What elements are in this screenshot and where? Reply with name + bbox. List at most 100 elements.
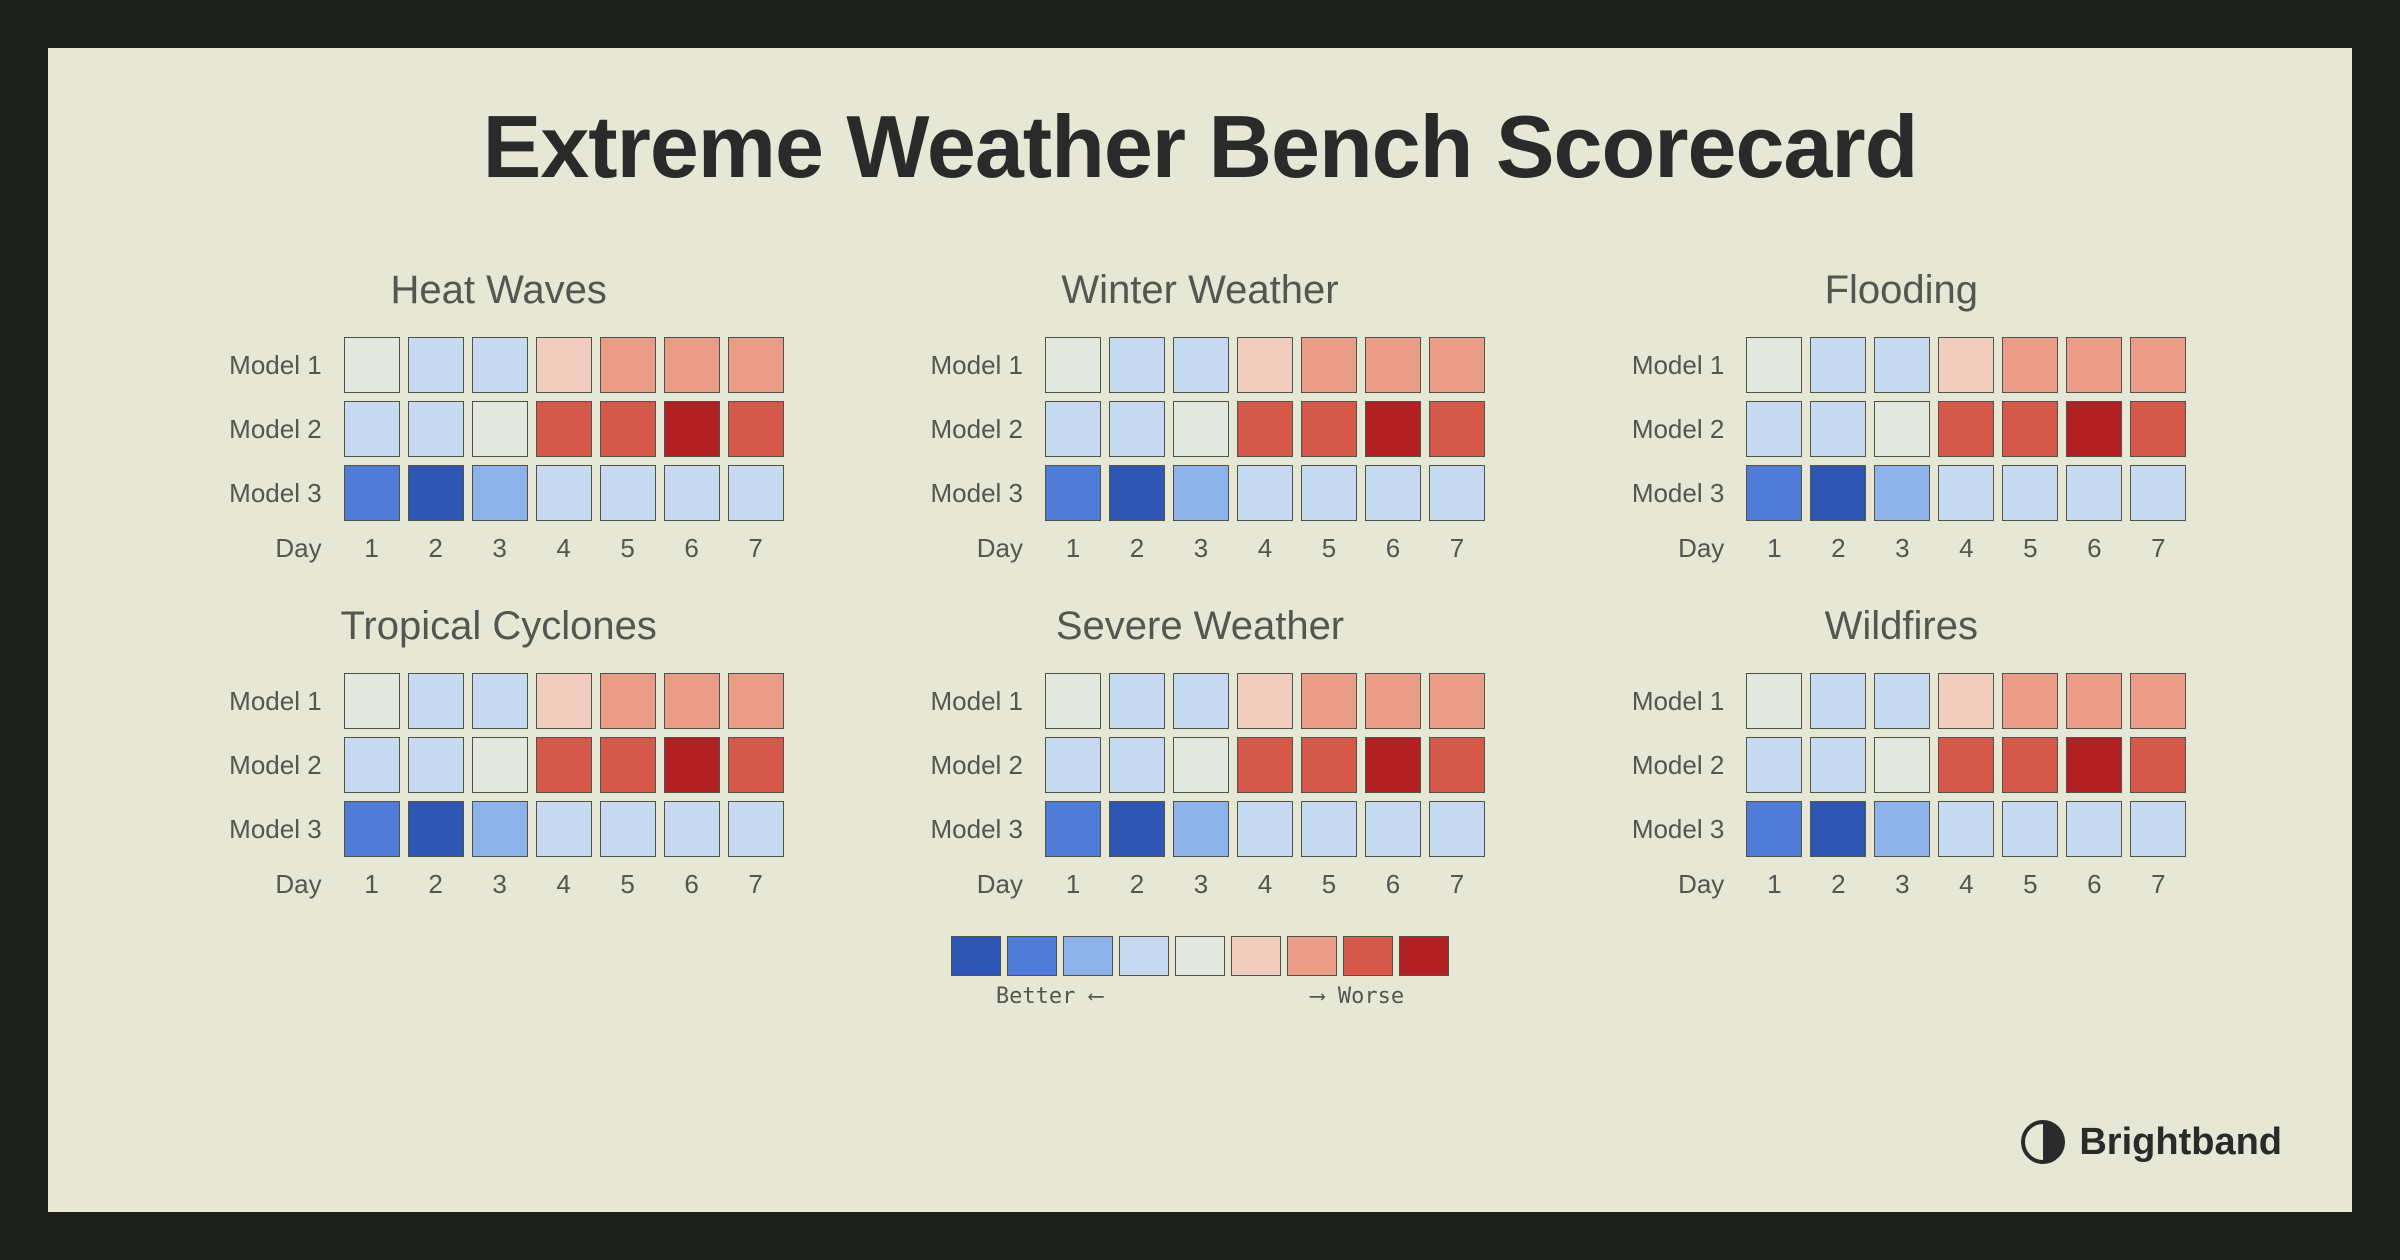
- heatmap-cell: [2066, 673, 2122, 729]
- heatmap-panel: FloodingModel 1Model 2Model 3Day1234567: [1571, 268, 2232, 564]
- heatmap-cell: [664, 801, 720, 857]
- row-label: Model 3: [911, 797, 1041, 861]
- heatmap-cell: [664, 465, 720, 521]
- heatmap-cell: [1365, 337, 1421, 393]
- heatmap-cell: [600, 401, 656, 457]
- heatmap-cell: [2130, 673, 2186, 729]
- heatmap-cell: [1173, 801, 1229, 857]
- heatmap-cell: [1874, 401, 1930, 457]
- heatmap-cell: [1109, 337, 1165, 393]
- row-label: Model 1: [1612, 669, 1742, 733]
- x-tick: 5: [596, 869, 660, 900]
- x-tick: 7: [1425, 869, 1489, 900]
- x-tick: 4: [532, 869, 596, 900]
- heatmap-cell: [2130, 801, 2186, 857]
- heatmap-cell: [1746, 673, 1802, 729]
- heatmap-cell: [1429, 337, 1485, 393]
- x-tick: 1: [340, 869, 404, 900]
- heatmap-grid: Model 1Model 2Model 3: [911, 669, 1489, 861]
- heatmap-panel: Severe WeatherModel 1Model 2Model 3Day12…: [869, 604, 1530, 900]
- heatmap-panel: Heat WavesModel 1Model 2Model 3Day123456…: [168, 268, 829, 564]
- row-label: Model 1: [911, 333, 1041, 397]
- heatmap-cell: [1746, 337, 1802, 393]
- heatmap-cell: [408, 737, 464, 793]
- heatmap-cell: [1429, 401, 1485, 457]
- color-legend: Better ⟵ ⟶ Worse: [48, 936, 2352, 1009]
- heatmap-cell: [2066, 337, 2122, 393]
- heatmap-cell: [600, 673, 656, 729]
- x-tick: 5: [1998, 533, 2062, 564]
- heatmap-cell: [536, 673, 592, 729]
- heatmap-cell: [472, 401, 528, 457]
- x-tick: 7: [724, 869, 788, 900]
- heatmap-cell: [1237, 337, 1293, 393]
- heatmap-cell: [1746, 465, 1802, 521]
- heatmap-cell: [1810, 337, 1866, 393]
- row-label: Model 2: [210, 397, 340, 461]
- heatmap-grid: Model 1Model 2Model 3: [1612, 333, 2190, 525]
- heatmap-cell: [2066, 465, 2122, 521]
- heatmap-cell: [1938, 737, 1994, 793]
- heatmap-cell: [472, 801, 528, 857]
- x-axis: Day1234567: [1612, 869, 2190, 900]
- heatmap-cell: [1173, 337, 1229, 393]
- x-tick: 1: [1041, 869, 1105, 900]
- panel-title: Tropical Cyclones: [340, 604, 656, 649]
- heatmap-cell: [1045, 737, 1101, 793]
- heatmap-cell: [1109, 801, 1165, 857]
- heatmap-cell: [1938, 401, 1994, 457]
- heatmap-cell: [600, 801, 656, 857]
- heatmap-cell: [408, 465, 464, 521]
- heatmap-cell: [1173, 737, 1229, 793]
- x-tick: 5: [1998, 869, 2062, 900]
- heatmap-cell: [408, 401, 464, 457]
- heatmap-cell: [1810, 401, 1866, 457]
- heatmap-cell: [1810, 737, 1866, 793]
- x-axis-label: Day: [911, 869, 1041, 900]
- heatmap-cell: [472, 673, 528, 729]
- heatmap-cell: [2066, 401, 2122, 457]
- heatmap-cell: [344, 465, 400, 521]
- legend-cell: [1399, 936, 1449, 976]
- heatmap-cell: [1938, 801, 1994, 857]
- heatmap-cell: [1173, 465, 1229, 521]
- heatmap-cell: [2130, 465, 2186, 521]
- heatmap-cell: [1301, 401, 1357, 457]
- x-tick: 1: [1742, 533, 1806, 564]
- x-tick: 3: [1870, 533, 1934, 564]
- heatmap-panel: Winter WeatherModel 1Model 2Model 3Day12…: [869, 268, 1530, 564]
- heatmap-cell: [536, 401, 592, 457]
- heatmap-cell: [1810, 801, 1866, 857]
- heatmap-cell: [344, 401, 400, 457]
- heatmap-cell: [1365, 801, 1421, 857]
- x-axis-label: Day: [210, 869, 340, 900]
- heatmap-cell: [1365, 465, 1421, 521]
- x-tick: 2: [1105, 533, 1169, 564]
- legend-cell: [1287, 936, 1337, 976]
- arrow-left-icon: ⟵: [1089, 984, 1102, 1009]
- row-label: Model 2: [210, 733, 340, 797]
- heatmap-panel: Tropical CyclonesModel 1Model 2Model 3Da…: [168, 604, 829, 900]
- legend-cell: [1007, 936, 1057, 976]
- heatmap-cell: [2002, 337, 2058, 393]
- heatmap-cell: [1938, 465, 1994, 521]
- heatmap-grid: Model 1Model 2Model 3: [1612, 669, 2190, 861]
- heatmap-cell: [728, 337, 784, 393]
- row-label: Model 3: [911, 461, 1041, 525]
- row-label: Model 3: [210, 461, 340, 525]
- heatmap-cell: [536, 337, 592, 393]
- heatmap-cell: [1874, 673, 1930, 729]
- x-tick: 2: [1105, 869, 1169, 900]
- x-tick: 2: [404, 869, 468, 900]
- heatmap-cell: [728, 801, 784, 857]
- heatmap-cell: [728, 465, 784, 521]
- heatmap-cell: [1874, 737, 1930, 793]
- heatmap-cell: [472, 337, 528, 393]
- brand-name: Brightband: [2079, 1121, 2282, 1164]
- row-label: Model 1: [1612, 333, 1742, 397]
- heatmap-cell: [664, 673, 720, 729]
- heatmap-cell: [1429, 673, 1485, 729]
- heatmap-cell: [728, 401, 784, 457]
- x-tick: 1: [1742, 869, 1806, 900]
- x-tick: 6: [2062, 533, 2126, 564]
